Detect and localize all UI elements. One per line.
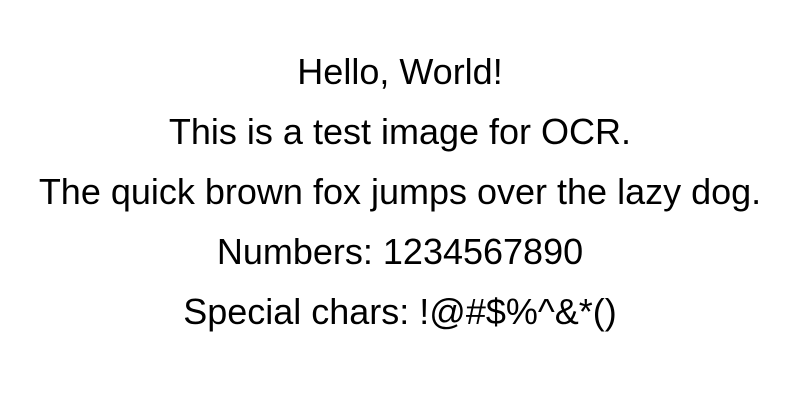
ocr-test-image: Hello, World! This is a test image for O… bbox=[0, 0, 800, 400]
text-line-special-chars: Special chars: !@#$%^&*() bbox=[183, 291, 617, 332]
text-line-numbers: Numbers: 1234567890 bbox=[216, 231, 584, 272]
text-line-pangram: The quick brown fox jumps over the lazy … bbox=[38, 171, 762, 212]
text-line-description: This is a test image for OCR. bbox=[168, 111, 632, 152]
text-line-greeting: Hello, World! bbox=[297, 51, 503, 92]
